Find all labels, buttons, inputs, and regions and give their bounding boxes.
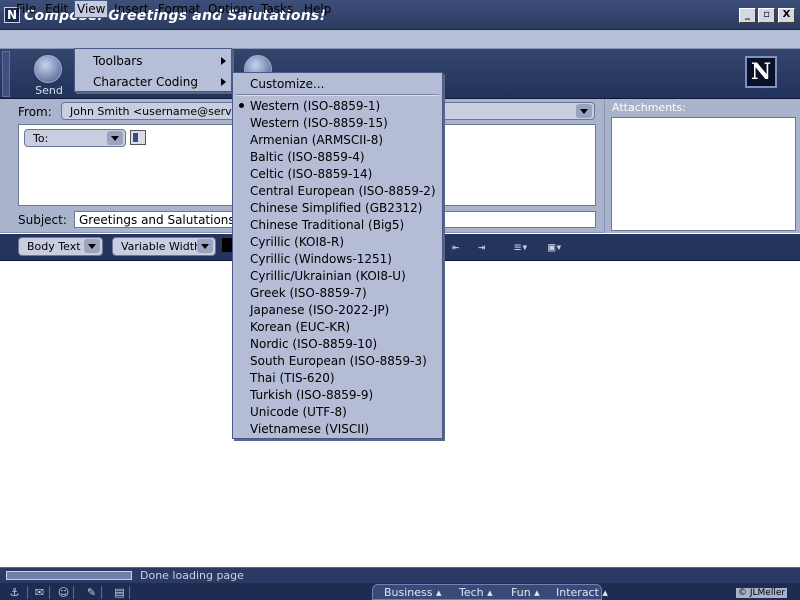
tab-business[interactable]: Business ▴ — [384, 586, 442, 599]
character-coding-item[interactable]: Baltic (ISO-8859-4) — [250, 150, 365, 164]
indent-icon[interactable]: ⇥ — [478, 240, 496, 254]
character-coding-item[interactable]: Central European (ISO-8859-2) — [250, 184, 436, 198]
subject-value: Greetings and Salutations! — [79, 213, 240, 227]
navigator-icon[interactable]: ⚓ — [2, 586, 28, 599]
view-menu: Toolbars Character Coding — [74, 48, 232, 92]
subject-label: Subject: — [18, 213, 67, 227]
text-color-swatch[interactable] — [222, 238, 232, 252]
to-type-dropdown[interactable]: To: — [24, 129, 126, 147]
address-card-icon[interactable] — [130, 130, 146, 145]
tab-tech[interactable]: Tech ▴ — [459, 586, 493, 599]
character-coding-item[interactable]: Thai (TIS-620) — [250, 371, 335, 385]
from-label: From: — [18, 105, 52, 119]
instant-messenger-icon[interactable]: ☺ — [54, 586, 74, 599]
view-menu-character-coding[interactable]: Character Coding — [75, 72, 231, 92]
status-text: Done loading page — [140, 569, 244, 582]
composer-icon[interactable]: ✎ — [82, 586, 102, 599]
tab-fun-label: Fun — [511, 586, 531, 599]
attachments-label: Attachments: — [612, 101, 686, 114]
character-coding-item[interactable]: Celtic (ISO-8859-14) — [250, 167, 372, 181]
toolbar-grip[interactable] — [2, 51, 10, 97]
menu-tasks[interactable]: Tasks — [261, 2, 293, 16]
tab-interact[interactable]: Interact ▴ — [556, 586, 608, 599]
paragraph-style-value: Body Text — [27, 240, 81, 253]
chevron-down-icon[interactable] — [197, 239, 213, 253]
chevron-down-icon[interactable] — [576, 104, 592, 118]
copyright: © JLMeller — [736, 588, 788, 598]
menu-format[interactable]: Format — [158, 2, 200, 16]
progress-bar — [6, 571, 132, 580]
menu-bar — [0, 30, 800, 49]
character-coding-item[interactable]: Armenian (ARMSCII-8) — [250, 133, 383, 147]
font-dropdown[interactable]: Variable Width — [112, 237, 216, 256]
character-coding-item[interactable]: Western (ISO-8859-1) — [250, 99, 380, 113]
character-coding-item[interactable]: Vietnamese (VISCII) — [250, 422, 369, 436]
character-coding-item[interactable]: Japanese (ISO-2022-JP) — [250, 303, 389, 317]
font-value: Variable Width — [121, 240, 201, 253]
selected-bullet-icon — [239, 103, 244, 108]
character-coding-item[interactable]: Turkish (ISO-8859-9) — [250, 388, 373, 402]
address-book-icon[interactable]: ▤ — [110, 586, 130, 599]
customize-menu-item[interactable]: Customize... — [250, 77, 324, 91]
chevron-right-icon — [221, 57, 226, 65]
character-coding-item[interactable]: Korean (EUC-KR) — [250, 320, 350, 334]
outdent-icon[interactable]: ⇤ — [452, 240, 470, 254]
character-coding-item[interactable]: Chinese Traditional (Big5) — [250, 218, 404, 232]
menu-file[interactable]: File — [16, 2, 36, 16]
menu-view[interactable]: View — [74, 0, 109, 18]
character-coding-item[interactable]: Chinese Simplified (GB2312) — [250, 201, 423, 215]
menu-help[interactable]: Help — [304, 2, 331, 16]
view-menu-toolbars[interactable]: Toolbars — [75, 51, 231, 71]
paragraph-style-dropdown[interactable]: Body Text — [18, 237, 103, 256]
menu-separator — [236, 94, 439, 96]
chevron-down-icon[interactable] — [107, 131, 123, 145]
insert-object-icon[interactable]: ▣▾ — [548, 240, 566, 254]
minimize-button[interactable]: _ — [739, 8, 756, 23]
close-button[interactable]: X — [778, 8, 795, 23]
tab-business-label: Business — [384, 586, 433, 599]
menu-options[interactable]: Options — [208, 2, 254, 16]
chevron-down-icon[interactable] — [84, 239, 100, 253]
tab-tech-label: Tech — [459, 586, 484, 599]
view-menu-toolbars-label: Toolbars — [93, 54, 143, 68]
menu-insert[interactable]: Insert — [114, 2, 148, 16]
align-icon[interactable]: ≡▾ — [514, 240, 532, 254]
from-value: John Smith <username@server.co — [70, 105, 259, 118]
character-coding-item[interactable]: Unicode (UTF-8) — [250, 405, 347, 419]
character-coding-item[interactable]: Cyrillic (Windows-1251) — [250, 252, 392, 266]
tab-fun[interactable]: Fun ▴ — [511, 586, 540, 599]
mail-icon[interactable]: ✉ — [30, 586, 50, 599]
character-coding-item[interactable]: Western (ISO-8859-15) — [250, 116, 388, 130]
tab-interact-label: Interact — [556, 586, 599, 599]
character-coding-item[interactable]: Cyrillic/Ukrainian (KOI8-U) — [250, 269, 406, 283]
character-coding-item[interactable]: Greek (ISO-8859-7) — [250, 286, 367, 300]
character-coding-item[interactable]: Nordic (ISO-8859-10) — [250, 337, 377, 351]
chevron-right-icon — [221, 78, 226, 86]
menu-edit[interactable]: Edit — [45, 2, 68, 16]
send-label: Send — [35, 84, 63, 97]
character-coding-item[interactable]: South European (ISO-8859-3) — [250, 354, 427, 368]
to-label: To: — [33, 132, 49, 145]
netscape-logo: N — [745, 56, 777, 88]
send-button[interactable]: Send — [26, 51, 72, 97]
send-icon — [34, 55, 62, 83]
view-menu-character-coding-label: Character Coding — [93, 75, 198, 89]
attachments-list[interactable] — [611, 117, 796, 231]
character-coding-item[interactable]: Cyrillic (KOI8-R) — [250, 235, 344, 249]
maximize-button[interactable]: ▫ — [758, 8, 775, 23]
